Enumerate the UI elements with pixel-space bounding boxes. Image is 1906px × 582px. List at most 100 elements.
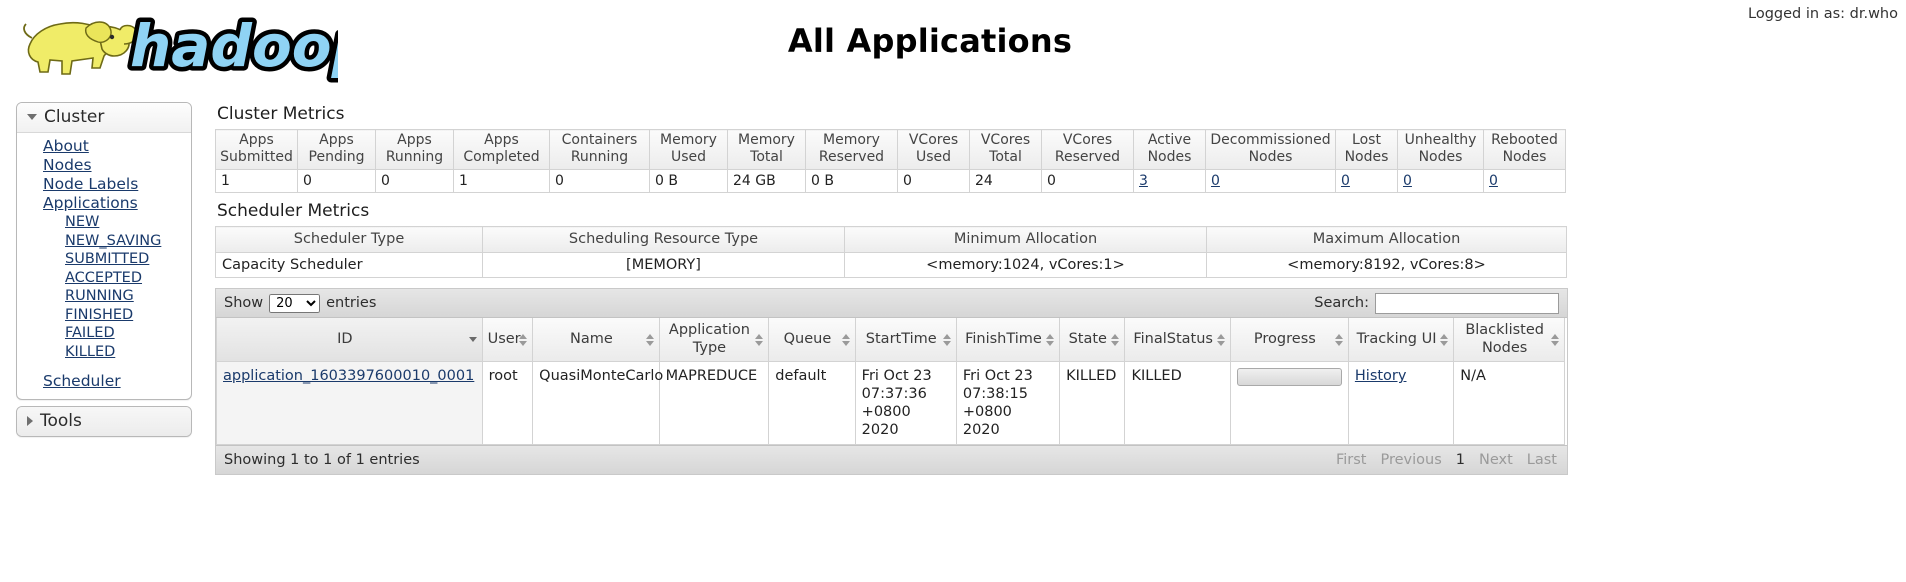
col-rebooted-nodes: Rebooted Nodes <box>1483 129 1566 170</box>
cluster-panel-header[interactable]: Cluster <box>17 103 191 133</box>
hadoop-logo[interactable]: hadoop hadoop <box>8 4 338 88</box>
col-unhealthy-nodes: Unhealthy Nodes <box>1397 129 1484 170</box>
col-minimum-allocation: Minimum Allocation <box>844 226 1207 253</box>
th-name-label: Name <box>570 331 613 347</box>
tools-panel-title: Tools <box>40 411 82 431</box>
th-blacklisted-nodes[interactable]: Blacklisted Nodes <box>1453 318 1565 362</box>
pager-previous[interactable]: Previous <box>1380 452 1441 468</box>
logged-in-user: Logged in as: dr.who <box>1748 6 1898 22</box>
cell-id[interactable]: application_1603397600010_0001 <box>216 361 483 445</box>
datatable-info: Showing 1 to 1 of 1 entries <box>224 452 420 468</box>
sidebar-item-nodes[interactable]: Nodes <box>17 156 191 175</box>
val-apps-pending: 0 <box>297 169 376 193</box>
scheduler-metrics-table: Scheduler Type Scheduling Resource Type … <box>215 226 1567 278</box>
main-content: Cluster Metrics Apps Submitted Apps Pend… <box>215 100 1571 475</box>
sort-both-icon <box>1440 333 1449 347</box>
sidebar-item-scheduler[interactable]: Scheduler <box>17 372 191 391</box>
val-vcores-reserved: 0 <box>1041 169 1134 193</box>
page-length-control: Show 20 40 60 80 100 entries <box>224 293 377 313</box>
sidebar-item-about[interactable]: About <box>17 137 191 156</box>
tools-panel-header[interactable]: Tools <box>17 407 191 436</box>
th-queue[interactable]: Queue <box>768 318 856 362</box>
chevron-right-icon <box>27 416 33 426</box>
chevron-down-icon <box>27 114 37 120</box>
val-active-nodes[interactable]: 3 <box>1133 169 1206 193</box>
col-memory-total: Memory Total <box>727 129 806 170</box>
rebooted-nodes-link[interactable]: 0 <box>1489 173 1498 189</box>
val-lost-nodes[interactable]: 0 <box>1335 169 1398 193</box>
th-user[interactable]: User <box>481 318 534 362</box>
th-blacklisted-nodes-label: Blacklisted Nodes <box>1465 322 1544 356</box>
th-id[interactable]: ID <box>216 318 483 362</box>
pager-last[interactable]: Last <box>1527 452 1557 468</box>
val-rebooted-nodes[interactable]: 0 <box>1483 169 1566 193</box>
th-finish-time-label: FinishTime <box>965 331 1042 347</box>
col-apps-completed: Apps Completed <box>453 129 550 170</box>
cell-name: QuasiMonteCarlo <box>532 361 663 445</box>
unhealthy-nodes-link[interactable]: 0 <box>1403 173 1412 189</box>
val-vcores-used: 0 <box>897 169 970 193</box>
sidebar-item-submitted[interactable]: SUBMITTED <box>17 250 191 269</box>
th-application-type-label: Application Type <box>668 322 750 356</box>
cell-queue: default <box>768 361 856 445</box>
sort-both-icon <box>1216 333 1226 347</box>
sort-both-icon <box>942 333 952 347</box>
applications-header-row: ID User Name Application Type Queue Star… <box>216 318 1565 362</box>
col-apps-pending: Apps Pending <box>297 129 376 170</box>
sidebar-item-new-saving[interactable]: NEW_SAVING <box>17 232 191 251</box>
col-memory-reserved: Memory Reserved <box>805 129 898 170</box>
lost-nodes-link[interactable]: 0 <box>1341 173 1350 189</box>
th-queue-label: Queue <box>783 331 832 347</box>
th-final-status[interactable]: FinalStatus <box>1124 318 1231 362</box>
val-memory-total: 24 GB <box>727 169 806 193</box>
sidebar-item-accepted[interactable]: ACCEPTED <box>17 269 191 288</box>
th-progress-label: Progress <box>1253 331 1316 347</box>
sidebar-item-node-labels[interactable]: Node Labels <box>17 175 191 194</box>
decommissioned-nodes-link[interactable]: 0 <box>1211 173 1220 189</box>
th-user-label: User <box>487 331 521 347</box>
th-state[interactable]: State <box>1059 318 1126 362</box>
application-id-link[interactable]: application_1603397600010_0001 <box>223 368 474 384</box>
cluster-panel-title: Cluster <box>44 107 105 127</box>
applications-datatable: Show 20 40 60 80 100 entries Search: <box>215 288 1568 475</box>
col-memory-used: Memory Used <box>649 129 728 170</box>
sidebar-item-killed[interactable]: KILLED <box>17 343 191 362</box>
val-decommissioned-nodes[interactable]: 0 <box>1205 169 1336 193</box>
cluster-metrics-header-row: Apps Submitted Apps Pending Apps Running… <box>215 129 1566 170</box>
active-nodes-link[interactable]: 3 <box>1139 173 1148 189</box>
val-containers-running: 0 <box>549 169 650 193</box>
history-link[interactable]: History <box>1355 368 1407 384</box>
sort-both-icon <box>1334 333 1344 347</box>
pager-first[interactable]: First <box>1336 452 1367 468</box>
table-row: application_1603397600010_0001 root Quas… <box>216 361 1565 445</box>
search-label: Search: <box>1314 295 1369 311</box>
pager-next[interactable]: Next <box>1479 452 1513 468</box>
val-scheduling-resource-type: [MEMORY] <box>482 252 845 278</box>
sidebar-item-finished[interactable]: FINISHED <box>17 306 191 325</box>
val-maximum-allocation: <memory:8192, vCores:8> <box>1206 252 1567 278</box>
th-finish-time[interactable]: FinishTime <box>955 318 1061 362</box>
pager-current-page[interactable]: 1 <box>1456 452 1465 468</box>
page-size-select[interactable]: 20 40 60 80 100 <box>269 293 321 313</box>
col-decommissioned-nodes: Decommissioned Nodes <box>1205 129 1336 170</box>
sidebar-item-applications[interactable]: Applications <box>17 194 191 213</box>
page-root: hadoop hadoop All Applications Logged in… <box>0 0 1906 582</box>
sidebar-item-new[interactable]: NEW <box>17 213 191 232</box>
th-start-time[interactable]: StartTime <box>854 318 957 362</box>
sidebar-item-running[interactable]: RUNNING <box>17 287 191 306</box>
val-minimum-allocation: <memory:1024, vCores:1> <box>844 252 1207 278</box>
cell-finish-time: Fri Oct 23 07:38:15 +0800 2020 <box>955 361 1061 445</box>
th-application-type[interactable]: Application Type <box>658 318 770 362</box>
cluster-metrics-value-row: 1 0 0 1 0 0 B 24 GB 0 B 0 24 0 3 0 0 0 0 <box>215 169 1566 193</box>
col-lost-nodes: Lost Nodes <box>1335 129 1398 170</box>
entries-label: entries <box>326 295 377 311</box>
sidebar-item-failed[interactable]: FAILED <box>17 324 191 343</box>
th-name[interactable]: Name <box>532 318 660 362</box>
th-tracking-ui[interactable]: Tracking UI <box>1347 318 1455 362</box>
val-unhealthy-nodes[interactable]: 0 <box>1397 169 1484 193</box>
cell-tracking-ui[interactable]: History <box>1347 361 1455 445</box>
search-input[interactable] <box>1375 292 1559 314</box>
col-maximum-allocation: Maximum Allocation <box>1206 226 1567 253</box>
sort-both-icon <box>519 333 528 347</box>
th-progress[interactable]: Progress <box>1229 318 1349 362</box>
